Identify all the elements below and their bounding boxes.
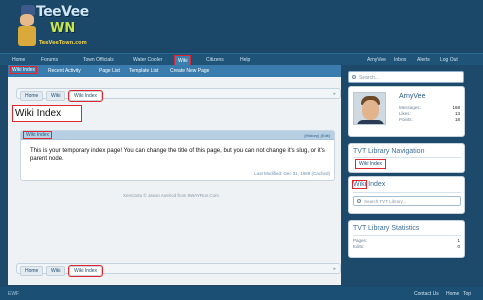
page-title: Wiki Index bbox=[12, 105, 82, 122]
breadcrumb-jump-icon[interactable]: ▸ bbox=[333, 266, 336, 272]
header: TeeVee WN TeeVeeTown.com bbox=[0, 0, 483, 54]
avatar-face bbox=[362, 100, 379, 120]
breadcrumb: Home Wiki Wiki Index ▸ bbox=[16, 88, 341, 102]
library-nav-block: TVT Library Navigation Wiki Index bbox=[348, 143, 465, 173]
site-logo[interactable]: TeeVee WN TeeVeeTown.com bbox=[8, 2, 89, 52]
search-placeholder: Search... bbox=[359, 75, 380, 81]
avatar-shirt bbox=[357, 120, 384, 124]
logo-mascot-face bbox=[20, 14, 34, 26]
divider bbox=[353, 157, 461, 158]
stat-points-label: Points: bbox=[399, 117, 413, 122]
nav-item-help[interactable]: Help bbox=[240, 57, 250, 63]
main-nav: Home Forums Town Officials Water Cooler … bbox=[0, 53, 483, 67]
logo-text-bottom: WN bbox=[50, 21, 76, 36]
library-nav-title: TVT Library Navigation bbox=[353, 148, 425, 155]
nav-logout[interactable]: Log Out bbox=[440, 57, 458, 63]
wiki-index-title-index: Index bbox=[366, 181, 386, 188]
logo-url: TeeVeeTown.com bbox=[39, 40, 87, 46]
footer-contact-us[interactable]: Contact Us bbox=[414, 291, 439, 297]
nav-user-menu[interactable]: ArnyVee bbox=[367, 57, 386, 63]
wiki-index-block: Wiki Index Search TVT Library... bbox=[348, 176, 465, 214]
username[interactable]: ArnyVee bbox=[399, 93, 425, 100]
breadcrumb-wiki[interactable]: Wiki bbox=[46, 91, 66, 101]
stat-messages-label: Messages: bbox=[399, 105, 421, 110]
wiki-index-title-wiki: Wiki bbox=[351, 180, 368, 189]
subnav-wiki-index[interactable]: Wiki Index bbox=[9, 66, 38, 74]
footer-top[interactable]: Top bbox=[463, 291, 471, 297]
footer-style-chooser[interactable]: EWF bbox=[8, 291, 19, 297]
stats-pages-label: Pages: bbox=[353, 238, 368, 243]
subnav-page-list[interactable]: Page List bbox=[99, 68, 120, 74]
breadcrumb-wiki-index[interactable]: Wiki Index bbox=[67, 90, 104, 102]
library-search-input[interactable]: Search TVT Library... bbox=[353, 196, 461, 206]
subnav-create-new-page[interactable]: Create New Page bbox=[170, 68, 209, 74]
stats-edits-value: 0 bbox=[457, 244, 460, 249]
wiki-subnav: Wiki Index Recent Activity Page List Tem… bbox=[8, 65, 341, 77]
nav-item-water-cooler[interactable]: Water Cooler bbox=[133, 57, 162, 63]
footer: EWF Contact Us Home Top bbox=[0, 287, 483, 300]
nav-alerts[interactable]: Alerts bbox=[417, 57, 430, 63]
search-icon bbox=[352, 75, 356, 79]
page-body-text: This is your temporary index page! You c… bbox=[30, 148, 325, 162]
stat-points-value: 18 bbox=[454, 117, 460, 122]
logo-text-top: TeeVee bbox=[36, 4, 89, 20]
nav-item-citizens[interactable]: Citizens bbox=[206, 57, 224, 63]
stats-edits-label: Edits: bbox=[353, 244, 365, 249]
panel-actions[interactable]: (History) (Edit) bbox=[304, 133, 330, 138]
user-block: ArnyVee Messages: 168 Likes: 13 Points: … bbox=[348, 86, 465, 137]
nav-item-home[interactable]: Home bbox=[12, 57, 25, 63]
stat-messages-value: 168 bbox=[452, 105, 460, 110]
library-search-placeholder: Search TVT Library... bbox=[364, 199, 407, 204]
nav-inbox[interactable]: Inbox bbox=[394, 57, 406, 63]
library-stats-block: TVT Library Statistics Pages: 1 Edits: 0 bbox=[348, 220, 465, 258]
subnav-template-list[interactable]: Template List bbox=[129, 68, 158, 74]
divider bbox=[353, 192, 461, 193]
wiki-index-block-title: Wiki Index bbox=[351, 180, 386, 189]
nav-item-town-officials[interactable]: Town Officials bbox=[83, 57, 114, 63]
logo-mascot-body bbox=[18, 26, 36, 46]
panel-header: Wiki Index (History) (Edit) bbox=[21, 131, 334, 140]
subnav-recent-activity[interactable]: Recent Activity bbox=[48, 68, 81, 74]
nav-item-forums[interactable]: Forums bbox=[41, 57, 58, 63]
panel-title: Wiki Index bbox=[22, 131, 53, 139]
library-stats-title: TVT Library Statistics bbox=[353, 225, 420, 232]
divider bbox=[353, 235, 461, 236]
stats-pages-value: 1 bbox=[457, 238, 460, 243]
avatar[interactable] bbox=[353, 92, 386, 125]
wiki-page-panel: Wiki Index (History) (Edit) This is your… bbox=[20, 130, 335, 181]
stat-likes-label: Likes: bbox=[399, 111, 411, 116]
breadcrumb-bottom: Home Wiki Wiki Index ▸ bbox=[16, 263, 341, 277]
breadcrumb-jump-icon[interactable]: ▸ bbox=[333, 91, 336, 97]
breadcrumb-wiki-index[interactable]: Wiki Index bbox=[67, 265, 104, 277]
search-input[interactable]: Search... bbox=[348, 71, 464, 83]
stat-likes-value: 13 bbox=[454, 111, 460, 116]
footer-home[interactable]: Home bbox=[446, 291, 459, 297]
library-nav-wiki-index-link[interactable]: Wiki Index bbox=[355, 159, 387, 169]
breadcrumb-home[interactable]: Home bbox=[20, 266, 44, 276]
copyright-notice[interactable]: XenCarta © Jason Axelrod from 8WAYRun.Co… bbox=[123, 193, 219, 198]
search-icon bbox=[357, 199, 361, 203]
breadcrumb-wiki[interactable]: Wiki bbox=[46, 266, 66, 276]
last-modified: Last Modified: Dec 31, 1969 (Cached) bbox=[254, 171, 330, 176]
breadcrumb-home[interactable]: Home bbox=[20, 91, 44, 101]
